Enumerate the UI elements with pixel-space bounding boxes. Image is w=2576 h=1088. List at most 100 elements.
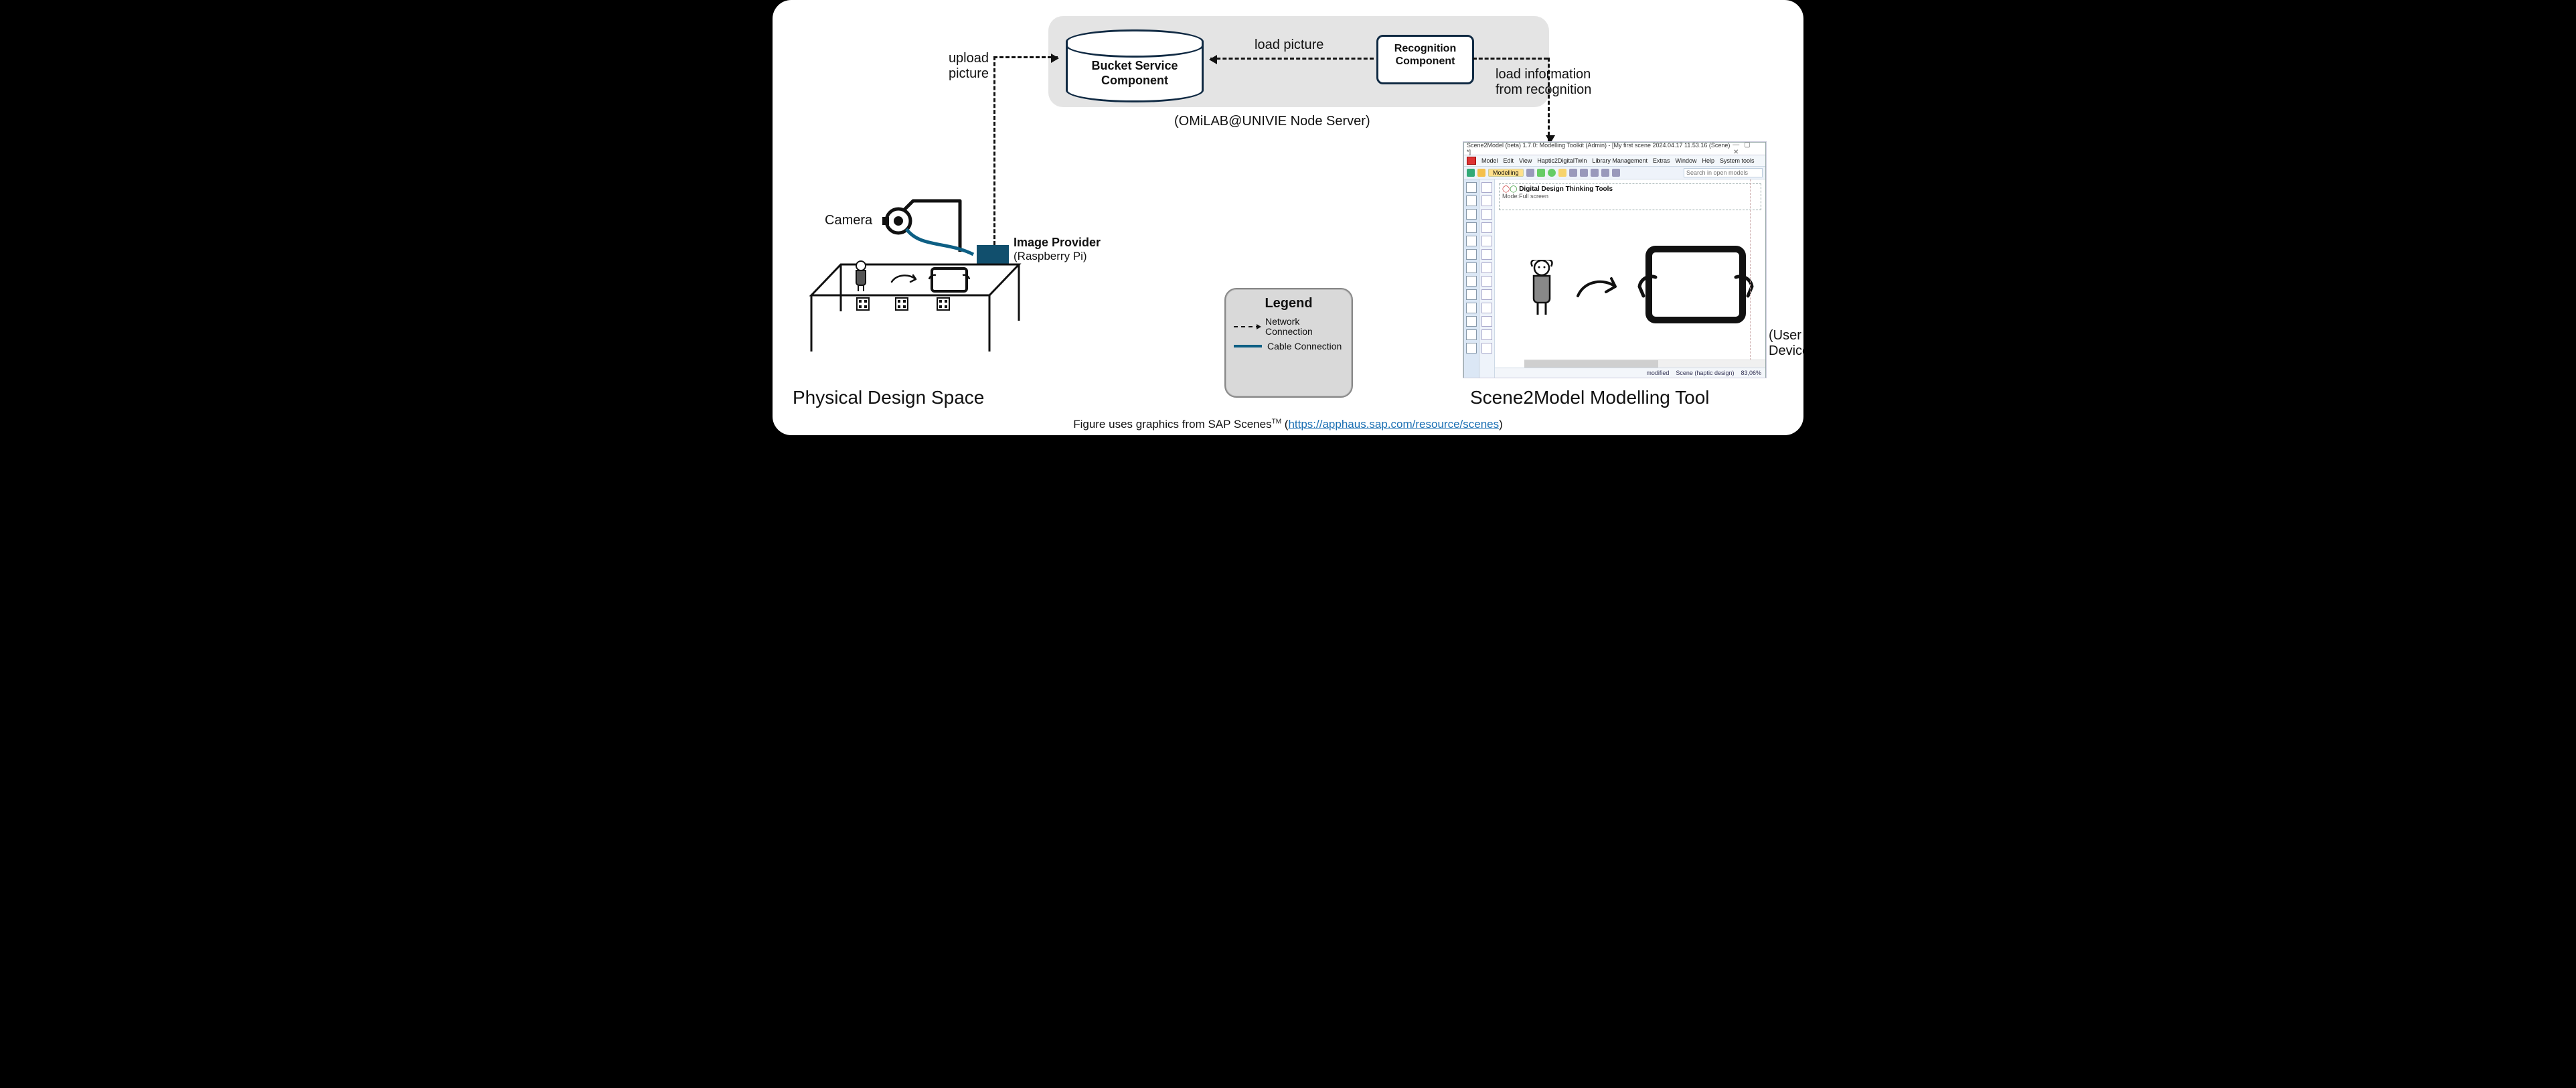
legend-dash-icon xyxy=(1234,326,1260,327)
toolbar-icon[interactable] xyxy=(1548,169,1556,177)
tool-icon[interactable] xyxy=(1466,316,1477,327)
tool-icon[interactable] xyxy=(1466,209,1477,220)
conn-upload-horizontal xyxy=(993,56,1058,58)
palette-icon[interactable] xyxy=(1481,196,1492,206)
user-device-label: (User Device) xyxy=(1769,328,1803,359)
modelling-button[interactable]: Modelling xyxy=(1488,169,1524,177)
recognition-component: Recognition Component xyxy=(1376,35,1474,84)
recognition-label-1: Recognition xyxy=(1394,43,1456,54)
tool-icon[interactable] xyxy=(1466,262,1477,273)
toolbar-icon[interactable] xyxy=(1526,169,1534,177)
recognition-label-2: Component xyxy=(1396,56,1455,67)
app-icon xyxy=(1467,157,1476,165)
toolbar-icon[interactable] xyxy=(1591,169,1599,177)
palette-icon[interactable] xyxy=(1481,249,1492,260)
toolbar-icon[interactable] xyxy=(1612,169,1620,177)
bucket-service-component: Bucket Service Component xyxy=(1066,29,1200,100)
canvas-arrow-figure[interactable] xyxy=(1575,273,1629,307)
user-device-l2: Device) xyxy=(1769,343,1803,358)
toolbar-icon[interactable] xyxy=(1477,169,1485,177)
canvas-tablet-figure[interactable] xyxy=(1635,240,1756,333)
footer-close: ) xyxy=(1499,418,1503,431)
palette-icon[interactable] xyxy=(1481,343,1492,354)
arrow-load-picture xyxy=(1210,58,1374,60)
menu-bar: Model Edit View Haptic2DigitalTwin Libra… xyxy=(1464,155,1765,167)
canvas-person-figure[interactable] xyxy=(1528,260,1562,320)
palette-icon[interactable] xyxy=(1481,316,1492,327)
palette-icon[interactable] xyxy=(1481,262,1492,273)
status-bar: modified Scene (haptic design) 83,06% xyxy=(1495,368,1765,378)
menu-haptic2digitaltwin[interactable]: Haptic2DigitalTwin xyxy=(1537,157,1587,164)
footer-prefix: Figure uses graphics from SAP Scenes xyxy=(1073,418,1271,431)
conn-recog-h xyxy=(1473,58,1548,60)
tool-icon[interactable] xyxy=(1466,303,1477,313)
load-info-label: load information from recognition xyxy=(1496,67,1591,98)
server-subtitle: (OMiLAB@UNIVIE Node Server) xyxy=(1174,114,1370,129)
scene2model-window: Scene2Model (beta) 1.7.0: Modelling Tool… xyxy=(1463,142,1766,378)
menu-edit[interactable]: Edit xyxy=(1504,157,1514,164)
toolbar-icon[interactable] xyxy=(1467,169,1475,177)
toolbar-icon[interactable] xyxy=(1558,169,1566,177)
palette-icon[interactable] xyxy=(1481,182,1492,193)
menu-model[interactable]: Model xyxy=(1481,157,1498,164)
upload-l2: picture xyxy=(949,66,989,81)
palette-icon[interactable] xyxy=(1481,222,1492,233)
close-button[interactable]: ✕ xyxy=(1731,149,1741,156)
bucket-label-2: Component xyxy=(1101,74,1168,87)
tool-icon[interactable] xyxy=(1466,249,1477,260)
diagram-page: Bucket Service Component Recognition Com… xyxy=(773,0,1803,435)
user-device-l1: (User xyxy=(1769,328,1801,343)
legend-network-label: Network Connection xyxy=(1265,317,1344,337)
palette-icon[interactable] xyxy=(1481,303,1492,313)
menu-help[interactable]: Help xyxy=(1702,157,1715,164)
status-scene: Scene (haptic design) xyxy=(1676,370,1734,376)
load-picture-label: load picture xyxy=(1255,37,1323,53)
app-body: ◯◯ Digital Design Thinking Tools Mode:Fu… xyxy=(1464,179,1765,378)
maximize-button[interactable]: ▢ xyxy=(1743,141,1752,149)
toolbar-icon[interactable] xyxy=(1537,169,1545,177)
window-titlebar: Scene2Model (beta) 1.7.0: Modelling Tool… xyxy=(1464,143,1765,155)
toolbar-icon[interactable] xyxy=(1569,169,1577,177)
menu-window[interactable]: Window xyxy=(1675,157,1696,164)
palette-icon[interactable] xyxy=(1481,236,1492,246)
left-toolbar-2 xyxy=(1479,179,1495,378)
tool-icon[interactable] xyxy=(1466,343,1477,354)
tool-icon[interactable] xyxy=(1466,289,1477,300)
bucket-label-1: Bucket Service xyxy=(1091,59,1178,72)
footer-tm: TM xyxy=(1272,418,1281,425)
footer-open: ( xyxy=(1281,418,1288,431)
toolbar-icon[interactable] xyxy=(1601,169,1609,177)
scene2model-title: Scene2Model Modelling Tool xyxy=(1470,387,1710,408)
canvas-guide-line xyxy=(1750,179,1751,360)
table-illustration xyxy=(805,198,1026,358)
palette-icon[interactable] xyxy=(1481,276,1492,287)
legend-title: Legend xyxy=(1226,296,1352,311)
tool-icon[interactable] xyxy=(1466,276,1477,287)
canvas-title: Digital Design Thinking Tools xyxy=(1519,185,1613,193)
menu-view[interactable]: View xyxy=(1519,157,1532,164)
model-canvas[interactable]: ◯◯ Digital Design Thinking Tools Mode:Fu… xyxy=(1495,179,1765,378)
menu-extras[interactable]: Extras xyxy=(1653,157,1670,164)
tool-icon[interactable] xyxy=(1466,182,1477,193)
status-zoom: 83,06% xyxy=(1741,370,1761,376)
tool-icon[interactable] xyxy=(1466,196,1477,206)
search-input[interactable] xyxy=(1684,168,1763,177)
minimize-button[interactable]: — xyxy=(1731,141,1741,149)
legend-cable-row: Cable Connection xyxy=(1234,341,1344,352)
palette-icon[interactable] xyxy=(1481,209,1492,220)
footer-link[interactable]: https://apphaus.sap.com/resource/scenes xyxy=(1288,418,1499,431)
window-controls: — ▢ ✕ xyxy=(1731,141,1763,156)
legend-solid-icon xyxy=(1234,345,1262,347)
left-toolbar-1 xyxy=(1464,179,1479,378)
toolbar-icon[interactable] xyxy=(1580,169,1588,177)
tool-icon[interactable] xyxy=(1466,329,1477,340)
menu-library-management[interactable]: Library Management xyxy=(1592,157,1647,164)
tool-icon[interactable] xyxy=(1466,236,1477,246)
palette-icon[interactable] xyxy=(1481,289,1492,300)
palette-icon[interactable] xyxy=(1481,329,1492,340)
tool-icon[interactable] xyxy=(1466,222,1477,233)
legend-box: Legend Network Connection Cable Connecti… xyxy=(1224,288,1353,398)
canvas-header: ◯◯ Digital Design Thinking Tools Mode:Fu… xyxy=(1499,183,1761,210)
menu-system-tools[interactable]: System tools xyxy=(1720,157,1755,164)
window-title: Scene2Model (beta) 1.7.0: Modelling Tool… xyxy=(1467,142,1731,155)
